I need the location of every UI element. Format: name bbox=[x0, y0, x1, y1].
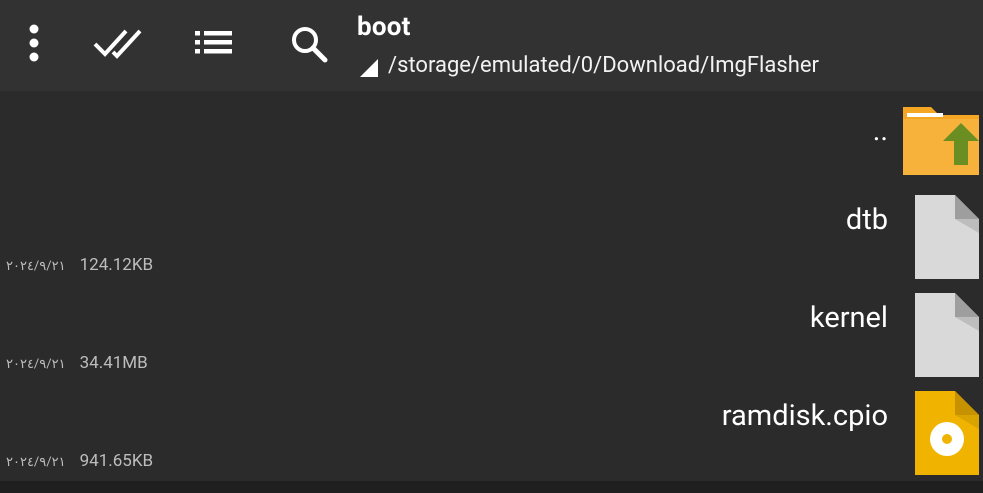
file-name: kernel bbox=[809, 301, 888, 335]
list-item-kernel[interactable]: kernel ٢٠٢٤/٩/٢١ 34.41MB bbox=[0, 287, 983, 385]
double-check-icon bbox=[93, 29, 142, 59]
file-meta: ٢٠٢٤/٩/٢١ 941.65KB bbox=[6, 451, 153, 471]
file-size: 941.65KB bbox=[79, 451, 154, 471]
path-breadcrumb[interactable]: /storage/emulated/0/Download/ImgFlasher bbox=[358, 50, 819, 80]
list-icon bbox=[195, 31, 232, 54]
file-name: dtb bbox=[845, 203, 888, 237]
search-button[interactable] bbox=[283, 18, 335, 70]
disc-file-icon bbox=[915, 391, 979, 475]
file-date: ٢٠٢٤/٩/٢١ bbox=[6, 259, 66, 274]
file-icon bbox=[915, 195, 979, 279]
list-item-dtb[interactable]: dtb ٢٠٢٤/٩/٢١ 124.12KB bbox=[0, 189, 983, 287]
file-meta: ٢٠٢٤/٩/٢١ 124.12KB bbox=[6, 255, 153, 275]
folder-up-icon bbox=[903, 107, 979, 175]
file-date: ٢٠٢٤/٩/٢١ bbox=[6, 357, 66, 372]
more-options-button[interactable] bbox=[8, 18, 60, 70]
search-icon bbox=[292, 27, 328, 63]
file-date: ٢٠٢٤/٩/٢١ bbox=[6, 455, 66, 470]
list-item-parent[interactable]: .. bbox=[0, 91, 983, 189]
path-text: /storage/emulated/0/Download/ImgFlasher bbox=[388, 52, 819, 78]
toolbar: boot /storage/emulated/0/Download/ImgFla… bbox=[0, 0, 983, 91]
folder-title: boot bbox=[357, 12, 411, 42]
file-size: 124.12KB bbox=[79, 255, 154, 275]
select-all-button[interactable] bbox=[92, 18, 144, 70]
dots-vertical-icon bbox=[29, 24, 39, 62]
view-list-button[interactable] bbox=[187, 18, 239, 70]
bottom-bar bbox=[0, 481, 983, 493]
file-list: .. dtb ٢٠٢٤/٩/٢١ 124.12KB kernel ٢٠٢٤/٩/… bbox=[0, 91, 983, 493]
file-meta: ٢٠٢٤/٩/٢١ 34.41MB bbox=[6, 353, 148, 373]
file-icon bbox=[915, 293, 979, 377]
list-item-ramdisk[interactable]: ramdisk.cpio ٢٠٢٤/٩/٢١ 941.65KB bbox=[0, 385, 983, 483]
dropdown-triangle-icon bbox=[360, 59, 378, 77]
file-name: .. bbox=[872, 114, 888, 148]
file-name: ramdisk.cpio bbox=[721, 399, 888, 433]
file-size: 34.41MB bbox=[79, 353, 148, 373]
